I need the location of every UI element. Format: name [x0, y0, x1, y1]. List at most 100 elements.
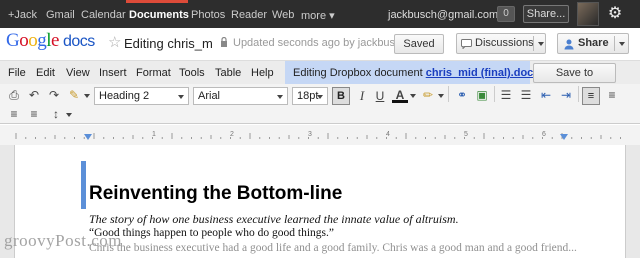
active-indicator: [126, 0, 188, 3]
chevron-down-icon: [178, 95, 184, 99]
link-icon[interactable]: ⚭: [454, 87, 470, 103]
bold-button[interactable]: B: [332, 87, 350, 105]
menu-table[interactable]: Table: [215, 67, 241, 79]
gbar-link-calendar[interactable]: Calendar: [81, 9, 126, 21]
menu-tools[interactable]: Tools: [179, 67, 205, 79]
doc-header: Google docs ☆ Editing chris_m Updated sec…: [0, 28, 640, 60]
text-color-button[interactable]: A: [392, 87, 408, 103]
document-title[interactable]: Editing chris_m: [124, 36, 214, 51]
ruler-number: 6: [542, 131, 546, 138]
ruler-number: 2: [230, 131, 234, 138]
gbar-link-reader[interactable]: Reader: [231, 9, 267, 21]
docs-window: +Jack Gmail Calendar Documents Photos Re…: [0, 0, 640, 258]
chevron-down-icon[interactable]: [66, 113, 72, 117]
menu-file[interactable]: File: [8, 67, 26, 79]
chevron-down-icon[interactable]: [438, 94, 444, 98]
redo-icon[interactable]: ↷: [46, 87, 62, 103]
document-body-line[interactable]: Chris the business executive had a good …: [89, 242, 577, 254]
toolbar-divider: [494, 86, 495, 102]
share-label: Share: [578, 37, 609, 49]
font-select[interactable]: Arial: [193, 87, 288, 105]
style-select[interactable]: Heading 2: [94, 87, 189, 105]
gear-icon[interactable]: ⚙: [605, 4, 625, 24]
justify-icon[interactable]: ≡: [26, 106, 42, 122]
avatar[interactable]: [577, 2, 599, 26]
align-left-button[interactable]: ≡: [582, 87, 600, 105]
ruler-number: 5: [464, 131, 468, 138]
logo-google: Google: [6, 30, 59, 51]
document-quote[interactable]: “Good things happen to people who do goo…: [89, 227, 334, 239]
discussions-button[interactable]: Discussions: [456, 33, 546, 54]
document-subtitle[interactable]: The story of how one business executive …: [89, 212, 459, 227]
highlight-icon[interactable]: ✏: [420, 87, 436, 103]
account-email[interactable]: jackbusch@gmail.com: [388, 9, 498, 21]
align-center-icon[interactable]: ≡: [604, 87, 620, 103]
paint-format-icon[interactable]: ✎: [66, 87, 82, 103]
logo-letter: G: [6, 30, 20, 51]
ruler-number: 4: [386, 131, 390, 138]
menu-edit[interactable]: Edit: [36, 67, 55, 79]
gbar-link-more[interactable]: more ▾: [301, 9, 335, 22]
share-button[interactable]: Share: [557, 33, 629, 54]
font-select-value: Arial: [198, 90, 221, 102]
dropbox-banner-text: Editing Dropbox document chris_mid (fina…: [293, 67, 539, 79]
increase-indent-icon[interactable]: ⇥: [558, 87, 574, 103]
chevron-down-icon[interactable]: [410, 94, 416, 98]
discussion-icon: [461, 39, 472, 49]
watermark-logo: groovyPost.com: [4, 231, 122, 250]
gbar-link-documents[interactable]: Documents: [129, 9, 189, 21]
chevron-down-icon[interactable]: [538, 42, 544, 46]
person-icon: [564, 39, 574, 50]
dropbox-banner: Editing Dropbox document chris_mid (fina…: [285, 61, 539, 85]
underline-button[interactable]: U: [372, 88, 388, 104]
gbar-link-web[interactable]: Web: [272, 9, 294, 21]
formatting-toolbar: ⎙ ↶ ↷ ✎ Heading 2 Arial 18pt B I U A ✏ ⚭…: [0, 84, 640, 124]
font-size-select[interactable]: 18pt: [292, 87, 328, 105]
gbar-link-gmail[interactable]: Gmail: [46, 9, 75, 21]
gbar-share-button[interactable]: Share...: [523, 5, 569, 23]
logo-docs: docs: [62, 33, 95, 50]
star-icon[interactable]: ☆: [108, 33, 121, 51]
menu-insert[interactable]: Insert: [99, 67, 127, 79]
google-bar: +Jack Gmail Calendar Documents Photos Re…: [0, 0, 640, 28]
dropbox-file-link[interactable]: chris_mid (final).docx: [426, 67, 540, 79]
insert-image-icon[interactable]: ▣: [474, 87, 490, 103]
menu-view[interactable]: View: [66, 67, 90, 79]
lock-icon: [221, 37, 227, 47]
menu-bar: File Edit View Insert Format Tools Table…: [0, 60, 640, 97]
gbar-link-photos[interactable]: Photos: [191, 9, 225, 21]
save-to-dropbox-button[interactable]: Save to Dropbox: [533, 63, 616, 97]
numbered-list-icon[interactable]: ☰: [498, 87, 514, 103]
notification-badge[interactable]: 0: [497, 6, 515, 22]
decrease-indent-icon[interactable]: ⇤: [538, 87, 554, 103]
left-indent-marker[interactable]: [84, 134, 92, 140]
style-select-value: Heading 2: [99, 90, 150, 102]
font-size-value: 18pt: [297, 90, 319, 102]
ruler-number: 1: [152, 131, 156, 138]
align-right-icon[interactable]: ≡: [6, 106, 22, 122]
document-heading[interactable]: Reinventing the Bottom-line: [89, 183, 342, 205]
menu-help[interactable]: Help: [251, 67, 274, 79]
share-divider: [614, 36, 615, 51]
bulleted-list-icon[interactable]: ☰: [518, 87, 534, 103]
gbar-link-plus[interactable]: +Jack: [8, 9, 37, 21]
ruler-ticks: [15, 133, 621, 139]
google-docs-logo[interactable]: Google docs: [6, 30, 95, 52]
ruler-number: 3: [308, 131, 312, 138]
print-icon[interactable]: ⎙: [6, 87, 22, 103]
chevron-down-icon: [277, 95, 283, 99]
save-status: Updated seconds ago by jackbusch: [233, 37, 407, 49]
chevron-down-icon: [317, 95, 323, 99]
line-spacing-icon[interactable]: ↕: [48, 106, 64, 122]
italic-button[interactable]: I: [354, 88, 370, 104]
toolbar-divider: [578, 86, 579, 102]
discussions-divider: [533, 36, 534, 51]
cursor-marker: [81, 161, 86, 209]
chevron-down-icon[interactable]: [619, 42, 625, 46]
saved-button[interactable]: Saved: [394, 34, 444, 54]
undo-icon[interactable]: ↶: [26, 87, 42, 103]
chevron-down-icon[interactable]: [84, 94, 90, 98]
toolbar-divider: [448, 86, 449, 102]
right-indent-marker[interactable]: [560, 134, 568, 140]
menu-format[interactable]: Format: [136, 67, 171, 79]
